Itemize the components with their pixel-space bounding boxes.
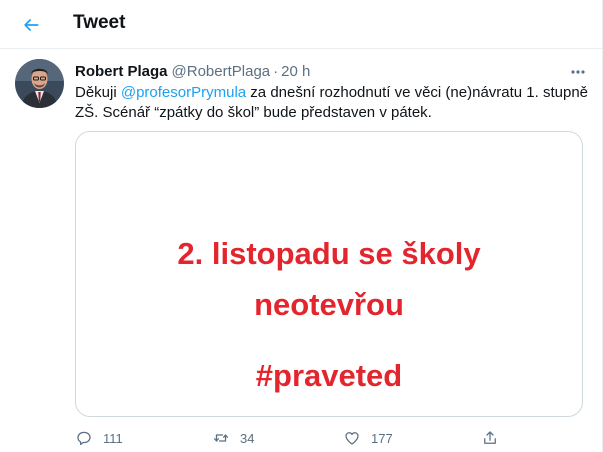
page-title: Tweet xyxy=(73,12,126,33)
author-name[interactable]: Robert Plaga xyxy=(75,63,168,80)
avatar[interactable] xyxy=(15,59,64,108)
heart-icon xyxy=(345,432,359,445)
tweet-actions: 111 34 177 xyxy=(75,427,505,449)
tweet: Robert Plaga @RobertPlaga · 20 h Děkuji @pr… xyxy=(0,49,603,452)
more-options-button[interactable] xyxy=(568,63,588,81)
avatar-photo xyxy=(15,59,64,108)
reply-button[interactable]: 111 xyxy=(75,427,123,449)
page-header: Tweet xyxy=(0,0,603,49)
retweet-button[interactable]: 34 xyxy=(212,427,254,449)
retweet-icon xyxy=(213,434,229,442)
share-icon xyxy=(484,431,496,444)
media-text-line-2: neotevřou xyxy=(254,287,404,322)
more-icon xyxy=(571,70,585,74)
author-handle[interactable]: @RobertPlaga xyxy=(172,63,271,80)
like-button[interactable]: 177 xyxy=(343,427,393,449)
reply-count: 111 xyxy=(103,430,123,446)
tweet-author-row: Robert Plaga @RobertPlaga · 20 h xyxy=(75,63,588,83)
media-hashtag: #praveted xyxy=(255,358,403,393)
retweet-count: 34 xyxy=(240,430,255,446)
share-button[interactable] xyxy=(481,427,499,449)
arrow-left-icon xyxy=(24,19,39,31)
tweet-timestamp[interactable]: 20 h xyxy=(281,63,310,80)
tweet-media-image[interactable]: 2. listopadu se školy neotevřou #pravete… xyxy=(75,131,583,417)
like-count: 177 xyxy=(371,430,393,446)
media-text-line-1: 2. listopadu se školy xyxy=(177,236,481,271)
separator-dot: · xyxy=(273,63,279,80)
mention-link[interactable]: @profesorPrymula xyxy=(121,84,246,101)
tweet-text: Děkuji @profesorPrymula za dnešní rozhod… xyxy=(75,83,590,123)
back-button[interactable] xyxy=(14,8,48,42)
tweet-text-start: Děkuji xyxy=(75,84,121,101)
reply-icon xyxy=(77,431,91,446)
